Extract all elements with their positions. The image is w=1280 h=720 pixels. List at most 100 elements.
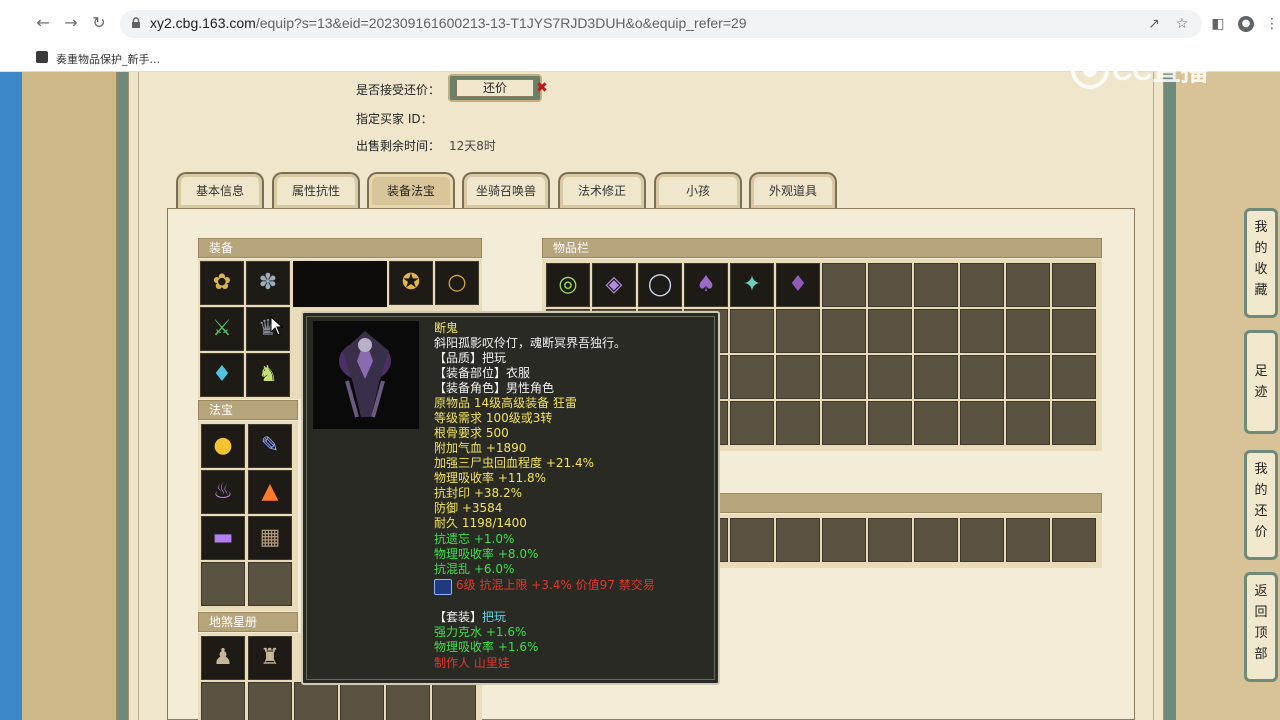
- inventory-slot-empty[interactable]: [914, 355, 958, 399]
- treasure-slot-2[interactable]: ✎: [248, 424, 292, 468]
- inventory-item-6[interactable]: ♦: [776, 263, 820, 307]
- inventory-slot-empty[interactable]: [822, 263, 866, 307]
- inventory-slot-empty[interactable]: [1052, 401, 1096, 445]
- inventory-slot-empty[interactable]: [914, 309, 958, 353]
- equip-slot-armor-gold[interactable]: ✿: [200, 261, 244, 305]
- inventory-item-2[interactable]: ◈: [592, 263, 636, 307]
- forward-icon[interactable]: →: [62, 14, 80, 32]
- treasure-slot-3[interactable]: ♨: [201, 470, 245, 514]
- inventory-slot-empty[interactable]: [868, 309, 912, 353]
- inventory-slot-empty[interactable]: [868, 355, 912, 399]
- inventory-slot-empty[interactable]: [1052, 263, 1096, 307]
- treasure-slot-empty[interactable]: [201, 562, 245, 606]
- back-icon[interactable]: ←: [34, 14, 52, 32]
- inventory-slot-empty[interactable]: [960, 518, 1004, 562]
- inventory-slot-empty[interactable]: [1052, 518, 1096, 562]
- star-book-slot-empty[interactable]: [386, 682, 430, 720]
- treasure-slot-5[interactable]: ▬: [201, 516, 245, 560]
- tab-spell-mod[interactable]: 法术修正: [558, 172, 646, 208]
- star-icon[interactable]: ☆: [1174, 16, 1190, 32]
- item-role: 【装备角色】男性角色: [434, 381, 555, 395]
- bookmark-link[interactable]: 奏重物品保护_新手...: [56, 51, 160, 67]
- inventory-slot-empty[interactable]: [730, 355, 774, 399]
- item-origin: 原物品 14级高级装备 狂雷: [434, 396, 577, 410]
- inventory-item-1[interactable]: ◎: [546, 263, 590, 307]
- equip-slot-weapon[interactable]: ⚔: [200, 307, 244, 351]
- side-nav-char: 回: [1254, 605, 1268, 620]
- inventory-slot-empty[interactable]: [776, 401, 820, 445]
- inventory-slot-empty[interactable]: [776, 355, 820, 399]
- star-book-slot-empty[interactable]: [294, 682, 338, 720]
- treasure-slot-1[interactable]: ●: [201, 424, 245, 468]
- tab-children[interactable]: 小孩: [654, 172, 742, 208]
- star-book-slot-1[interactable]: ♟: [201, 636, 245, 680]
- buyer-id-label: 指定买家 ID：: [356, 112, 433, 126]
- more-vert-icon[interactable]: ⋮: [1264, 16, 1280, 32]
- share-icon[interactable]: ↗: [1146, 16, 1162, 32]
- inventory-slot-empty[interactable]: [822, 401, 866, 445]
- inventory-slot-empty[interactable]: [914, 518, 958, 562]
- inventory-item-5[interactable]: ✦: [730, 263, 774, 307]
- inventory-slot-empty[interactable]: [822, 309, 866, 353]
- inventory-slot-empty[interactable]: [960, 309, 1004, 353]
- equip-portrait-slot: [293, 261, 387, 307]
- inventory-slot-empty[interactable]: [822, 355, 866, 399]
- counter-offer-button[interactable]: 还价: [448, 74, 542, 102]
- treasure-slot-6[interactable]: ▦: [248, 516, 292, 560]
- item-stat-anti-chaos: 抗混乱 +6.0%: [434, 562, 515, 576]
- inventory-slot-empty[interactable]: [914, 401, 958, 445]
- side-nav-my-counteroffers[interactable]: 我 的 还 价: [1244, 450, 1278, 560]
- inventory-slot-empty[interactable]: [868, 518, 912, 562]
- star-book-slot-2[interactable]: ♜: [248, 636, 292, 680]
- star-book-slot-empty[interactable]: [248, 682, 292, 720]
- inventory-slot-empty[interactable]: [960, 355, 1004, 399]
- inventory-item-4[interactable]: ♠: [684, 263, 728, 307]
- item-stat-phys-absorb-2: 物理吸收率 +8.0%: [434, 547, 539, 561]
- lock-icon[interactable]: [130, 17, 142, 29]
- side-nav-footprints[interactable]: 足 迹: [1244, 330, 1278, 434]
- inventory-slot-empty[interactable]: [1052, 355, 1096, 399]
- profile-icon[interactable]: ●: [1238, 16, 1254, 32]
- star-book-slot-empty[interactable]: [340, 682, 384, 720]
- side-nav-back-to-top[interactable]: 返 回 顶 部: [1244, 572, 1278, 682]
- equip-slot-charm[interactable]: ♦: [200, 353, 244, 397]
- equip-slot-necklace[interactable]: ○: [435, 261, 479, 305]
- equip-slot-boots[interactable]: ♞: [246, 353, 290, 397]
- inventory-slot-empty[interactable]: [1006, 401, 1050, 445]
- star-book-slot-empty[interactable]: [432, 682, 476, 720]
- treasure-slot-empty[interactable]: [248, 562, 292, 606]
- equip-slot-ring[interactable]: ✪: [389, 261, 433, 305]
- tab-mounts-pets[interactable]: 坐骑召唤兽: [462, 172, 550, 208]
- inventory-slot-empty[interactable]: [776, 309, 820, 353]
- gold-orb-icon: ●: [213, 433, 233, 458]
- inventory-slot-empty[interactable]: [1006, 518, 1050, 562]
- inventory-slot-empty[interactable]: [776, 518, 820, 562]
- star-book-slot-empty[interactable]: [201, 682, 245, 720]
- url-text[interactable]: xy2.cbg.163.com/equip?s=13&eid=202309161…: [150, 15, 747, 31]
- tab-appearance[interactable]: 外观道具: [749, 172, 837, 208]
- inventory-slot-empty[interactable]: [1006, 355, 1050, 399]
- inventory-slot-empty[interactable]: [1006, 309, 1050, 353]
- inventory-slot-empty[interactable]: [1052, 309, 1096, 353]
- side-nav-favorites[interactable]: 我 的 收 藏: [1244, 208, 1278, 318]
- inventory-slot-empty[interactable]: [730, 518, 774, 562]
- inventory-slot-empty[interactable]: [730, 401, 774, 445]
- inventory-slot-empty[interactable]: [822, 518, 866, 562]
- inventory-slot-empty[interactable]: [960, 263, 1004, 307]
- robe-icon: ♦: [788, 272, 808, 297]
- inventory-slot-empty[interactable]: [730, 309, 774, 353]
- scroll-icon: ▬: [212, 525, 234, 550]
- tab-attributes[interactable]: 属性抗性: [272, 172, 360, 208]
- treasure-slot-4[interactable]: ▲: [248, 470, 292, 514]
- inventory-item-3[interactable]: ◯: [638, 263, 682, 307]
- inventory-slot-empty[interactable]: [868, 263, 912, 307]
- inventory-slot-empty[interactable]: [960, 401, 1004, 445]
- inventory-slot-empty[interactable]: [914, 263, 958, 307]
- tab-basic-info[interactable]: 基本信息: [176, 172, 264, 208]
- inventory-slot-empty[interactable]: [868, 401, 912, 445]
- reload-icon[interactable]: ↻: [90, 14, 108, 32]
- tab-equipment[interactable]: 装备法宝: [367, 172, 455, 208]
- equip-slot-helmet[interactable]: ✽: [246, 261, 290, 305]
- sidebar-icon[interactable]: ◧: [1210, 16, 1226, 32]
- inventory-slot-empty[interactable]: [1006, 263, 1050, 307]
